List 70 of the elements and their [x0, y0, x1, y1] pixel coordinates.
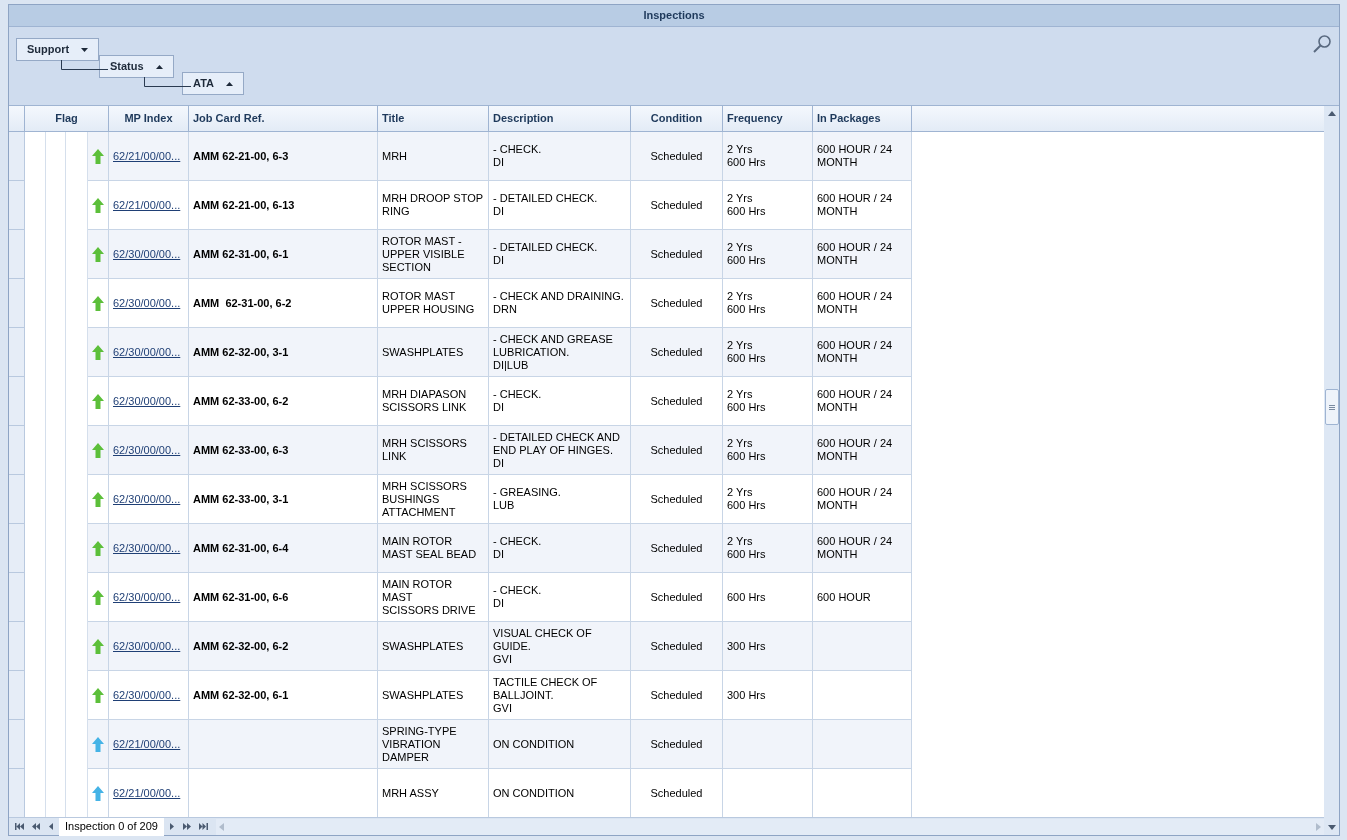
- group-by-chip[interactable]: Status: [99, 55, 174, 78]
- row-indicator[interactable]: [9, 328, 25, 377]
- table-row[interactable]: 62/30/00/00... AMM 62-33-00, 6-2 MRH DIAPASON SCISSORS LINK - CHECK. DI Scheduled 2 Yrs 600 Hrs 600 HOUR / 24 MONTH: [88, 377, 912, 426]
- mp-index-link[interactable]: 62/21/00/00...: [113, 147, 181, 165]
- table-row[interactable]: 62/30/00/00... AMM 62-33-00, 3-1 MRH SCISSORS BUSHINGS ATTACHMENT - GREASING. LUB Scheduled 2 Yrs 600 Hrs 600 HOUR / 24 MONTH: [88, 475, 912, 524]
- mp-index-link[interactable]: 62/30/00/00...: [113, 441, 181, 459]
- column-header[interactable]: Title: [378, 106, 489, 131]
- table-row[interactable]: 62/30/00/00... AMM 62-31-00, 6-2 ROTOR MAST UPPER HOUSING - CHECK AND DRAINING. DRN Scheduled 2 Yrs 600 Hrs 600 HOUR / 24 MONTH: [88, 279, 912, 328]
- table-row[interactable]: 62/30/00/00... AMM 62-31-00, 6-4 MAIN ROTOR MAST SEAL BEAD - CHECK. DI Scheduled 2 Yrs 600 Hrs 600 HOUR / 24 MONTH: [88, 524, 912, 573]
- group-by-chip[interactable]: ATA: [182, 72, 244, 95]
- column-header[interactable]: Condition: [631, 106, 723, 131]
- group-by-chip[interactable]: Support: [16, 38, 100, 61]
- scroll-left-icon[interactable]: [218, 822, 224, 831]
- scroll-right-icon[interactable]: [1316, 822, 1321, 831]
- mp-index-link[interactable]: 62/30/00/00...: [113, 294, 181, 312]
- mp-index-link[interactable]: 62/30/00/00...: [113, 392, 181, 410]
- mp-index-link[interactable]: 62/30/00/00...: [113, 588, 181, 606]
- row-indicator[interactable]: [9, 622, 25, 671]
- table-row[interactable]: 62/30/00/00... AMM 62-32-00, 6-1 SWASHPLATES TACTILE CHECK OF BALLJOINT. GVI Scheduled 300 Hrs: [88, 671, 912, 720]
- table-row[interactable]: 62/30/00/00... AMM 62-32-00, 6-2 SWASHPLATES VISUAL CHECK OF GUIDE. GVI Scheduled 300 Hrs: [88, 622, 912, 671]
- column-header[interactable]: Flag: [25, 106, 109, 131]
- mp-index-link[interactable]: 62/30/00/00...: [113, 343, 181, 361]
- column-header[interactable]: MP Index: [109, 106, 189, 131]
- row-indicator[interactable]: [9, 573, 25, 622]
- mp-index-link[interactable]: 62/30/00/00...: [113, 686, 181, 704]
- horizontal-scrollbar[interactable]: [215, 818, 1324, 835]
- mp-index-link[interactable]: 62/21/00/00...: [113, 735, 181, 753]
- row-indicator[interactable]: [9, 524, 25, 573]
- mp-index-link[interactable]: 62/21/00/00...: [113, 196, 181, 214]
- table-row[interactable]: 62/21/00/00... SPRING-TYPE VIBRATION DAMPER ON CONDITION Scheduled: [88, 720, 912, 769]
- mp-index-link[interactable]: 62/30/00/00...: [113, 637, 181, 655]
- table-row[interactable]: 62/30/00/00... AMM 62-31-00, 6-1 ROTOR MAST - UPPER VISIBLE SECTION - DETAILED CHECK. DI Scheduled 2 Yrs 600 Hrs 600 HOUR / 24 MONTH: [88, 230, 912, 279]
- table-row[interactable]: 62/30/00/00... AMM 62-32-00, 3-1 SWASHPLATES - CHECK AND GREASE LUBRICATION. DI|LUB Scheduled 2 Yrs 600 Hrs 600 HOUR / 24 MONTH: [88, 328, 912, 377]
- row-indicator[interactable]: [9, 720, 25, 769]
- row-indicator[interactable]: [9, 426, 25, 475]
- previous-page-icon: [30, 823, 40, 830]
- connector-line: [61, 60, 108, 70]
- table-row[interactable]: 62/21/00/00... AMM 62-21-00, 6-3 MRH - CHECK. DI Scheduled 2 Yrs 600 Hrs 600 HOUR / 24 MONTH: [88, 132, 912, 181]
- table-row[interactable]: 62/30/00/00... AMM 62-31-00, 6-6 MAIN ROTOR MAST SCISSORS DRIVE - CHECK. DI Scheduled 600 Hrs 600 HOUR: [88, 573, 912, 622]
- row-indicator[interactable]: [9, 279, 25, 328]
- window-title: Inspections: [643, 8, 705, 24]
- row-indicator[interactable]: [9, 671, 25, 720]
- first-page-icon: [14, 823, 24, 830]
- mp-index-link[interactable]: 62/30/00/00...: [113, 539, 181, 557]
- scroll-down-icon[interactable]: [1327, 825, 1336, 830]
- last-page-icon: [199, 823, 209, 830]
- row-indicator[interactable]: [9, 181, 25, 230]
- vertical-scrollbar[interactable]: [1324, 106, 1339, 835]
- row-indicator[interactable]: [9, 132, 25, 181]
- next-page-icon: [183, 823, 193, 830]
- previous-record-icon: [46, 823, 56, 830]
- mp-index-link[interactable]: 62/30/00/00...: [113, 245, 181, 263]
- search-icon[interactable]: [1312, 34, 1332, 54]
- table-row[interactable]: 62/30/00/00... AMM 62-33-00, 6-3 MRH SCISSORS LINK - DETAILED CHECK AND END PLAY OF HINGES. DI Scheduled 2 Yrs 600 Hrs 600 HOUR / 24 MONTH: [88, 426, 912, 475]
- grip-icon: [1328, 404, 1335, 410]
- column-header[interactable]: Frequency: [723, 106, 813, 131]
- next-record-icon: [167, 823, 177, 830]
- row-indicator[interactable]: [9, 230, 25, 279]
- connector-line: [144, 77, 191, 87]
- column-header[interactable]: In Packages: [813, 106, 912, 131]
- column-header[interactable]: Job Card Ref.: [189, 106, 378, 131]
- row-indicator[interactable]: [9, 475, 25, 524]
- mp-index-link[interactable]: 62/30/00/00...: [113, 490, 181, 508]
- column-header[interactable]: Description: [489, 106, 631, 131]
- mp-index-link[interactable]: 62/21/00/00...: [113, 784, 181, 802]
- table-row[interactable]: 62/21/00/00... AMM 62-21-00, 6-13 MRH DROOP STOP RING - DETAILED CHECK. DI Scheduled 2 Yrs 600 Hrs 600 HOUR / 24 MONTH: [88, 181, 912, 230]
- scrollbar-thumb[interactable]: [1324, 389, 1339, 425]
- record-counter: Inspection 0 of 209: [59, 817, 164, 836]
- row-indicator[interactable]: [9, 377, 25, 426]
- scroll-up-icon[interactable]: [1327, 111, 1336, 116]
